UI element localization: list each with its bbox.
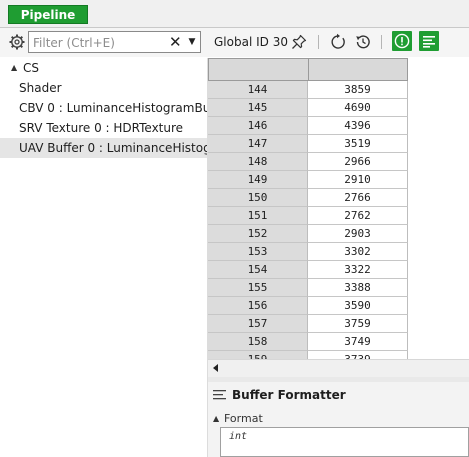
table-row[interactable]: 158 3749 — [208, 333, 408, 351]
collapse-arrow-icon[interactable]: ▲ — [11, 58, 17, 78]
value-cell[interactable]: 2762 — [308, 207, 408, 225]
horizontal-scrollbar[interactable] — [208, 359, 469, 377]
table-row[interactable]: 144 3859 — [208, 81, 408, 99]
row-index-cell: 153 — [208, 243, 308, 261]
value-cell[interactable]: 2903 — [308, 225, 408, 243]
column-header-value[interactable] — [308, 58, 408, 81]
row-index-cell: 145 — [208, 99, 308, 117]
text-align-icon — [213, 390, 226, 400]
row-index-cell: 149 — [208, 171, 308, 189]
row-index-cell: 147 — [208, 135, 308, 153]
value-cell[interactable]: 2910 — [308, 171, 408, 189]
table-row[interactable]: 145 4690 — [208, 99, 408, 117]
value-cell[interactable]: 2966 — [308, 153, 408, 171]
scroll-left-icon[interactable] — [213, 364, 219, 372]
row-index-cell: 154 — [208, 261, 308, 279]
row-index-cell: 144 — [208, 81, 308, 99]
tree-item-label: CBV 0 : LuminanceHistogramBuffer — [19, 101, 207, 115]
table-row[interactable]: 149 2910 — [208, 171, 408, 189]
section-collapse-icon[interactable]: ▲ — [213, 414, 219, 423]
value-cell[interactable]: 3739 — [308, 351, 408, 359]
tree-item-cbv[interactable]: CBV 0 : LuminanceHistogramBuffer — [0, 98, 207, 118]
tree-item-shader[interactable]: Shader — [0, 78, 207, 98]
tree-item-label: UAV Buffer 0 : LuminanceHistogramBuffer — [19, 141, 207, 155]
value-cell[interactable]: 3322 — [308, 261, 408, 279]
value-cell[interactable]: 3859 — [308, 81, 408, 99]
value-cell[interactable]: 3388 — [308, 279, 408, 297]
row-index-cell: 157 — [208, 315, 308, 333]
history-icon[interactable] — [354, 33, 372, 51]
toolbar: ✕ ▼ Global ID 30 — [0, 28, 469, 57]
table-row[interactable]: 146 4396 — [208, 117, 408, 135]
table-row[interactable]: 150 2766 — [208, 189, 408, 207]
value-cell[interactable]: 3519 — [308, 135, 408, 153]
tab-pipeline[interactable]: Pipeline — [8, 5, 88, 24]
gear-icon[interactable] — [9, 34, 25, 50]
table-row[interactable]: 147 3519 — [208, 135, 408, 153]
refresh-icon[interactable] — [329, 33, 347, 51]
format-text-area[interactable]: int — [220, 427, 469, 457]
panel-title: Buffer Formatter — [232, 388, 346, 402]
clear-filter-icon[interactable]: ✕ — [169, 34, 183, 50]
value-cell[interactable]: 3749 — [308, 333, 408, 351]
row-index-cell: 150 — [208, 189, 308, 207]
table-row[interactable]: 148 2966 — [208, 153, 408, 171]
format-toggle-button[interactable] — [419, 31, 439, 51]
tree-item-uav-selected[interactable]: UAV Buffer 0 : LuminanceHistogramBuffer — [0, 138, 207, 158]
table-row[interactable]: 151 2762 — [208, 207, 408, 225]
tree-node-label: CS — [23, 61, 39, 75]
row-index-cell: 158 — [208, 333, 308, 351]
info-toggle-button[interactable] — [392, 31, 412, 51]
buffer-data-grid: 144 3859 145 4690 146 4396 147 3519 148 2966 149 29… — [208, 58, 469, 359]
filter-input[interactable] — [31, 33, 167, 53]
info-icon — [394, 33, 410, 49]
row-index-cell: 152 — [208, 225, 308, 243]
table-row[interactable]: 154 3322 — [208, 261, 408, 279]
text-lines-icon — [423, 36, 435, 48]
pin-icon[interactable] — [290, 33, 308, 51]
value-cell[interactable]: 3759 — [308, 315, 408, 333]
tree-item-srv[interactable]: SRV Texture 0 : HDRTexture — [0, 118, 207, 138]
row-index-cell: 148 — [208, 153, 308, 171]
resource-tree: ▲ CS Shader CBV 0 : LuminanceHistogramBu… — [0, 58, 208, 457]
toolbar-separator — [318, 35, 319, 49]
table-row[interactable]: 155 3388 — [208, 279, 408, 297]
buffer-formatter-panel: Buffer Formatter ▲ Format int — [208, 382, 469, 457]
tree-node-cs[interactable]: ▲ CS — [0, 58, 207, 78]
value-cell[interactable]: 4396 — [308, 117, 408, 135]
table-row[interactable]: 152 2903 — [208, 225, 408, 243]
table-row[interactable]: 1593739 — [208, 351, 408, 359]
format-section-label: Format — [224, 412, 263, 425]
document-tab-bar: Pipeline — [0, 0, 469, 28]
tree-item-label: SRV Texture 0 : HDRTexture — [19, 121, 184, 135]
tree-item-label: Shader — [19, 81, 62, 95]
row-index-cell: 146 — [208, 117, 308, 135]
row-index-cell: 156 — [208, 297, 308, 315]
table-row[interactable]: 156 3590 — [208, 297, 408, 315]
table-row[interactable]: 157 3759 — [208, 315, 408, 333]
value-cell[interactable]: 3302 — [308, 243, 408, 261]
filter-box: ✕ ▼ — [28, 31, 201, 53]
table-row[interactable]: 153 3302 — [208, 243, 408, 261]
global-id-label: Global ID 30 — [214, 35, 288, 49]
value-cell[interactable]: 4690 — [308, 99, 408, 117]
row-index-cell: 155 — [208, 279, 308, 297]
filter-dropdown-icon[interactable]: ▼ — [186, 34, 198, 50]
format-text: int — [229, 431, 248, 442]
row-index-cell: 159 — [208, 351, 308, 359]
toolbar-separator — [381, 35, 382, 49]
row-index-cell: 151 — [208, 207, 308, 225]
value-cell[interactable]: 3590 — [308, 297, 408, 315]
column-header-index[interactable] — [208, 58, 309, 81]
value-cell[interactable]: 2766 — [308, 189, 408, 207]
